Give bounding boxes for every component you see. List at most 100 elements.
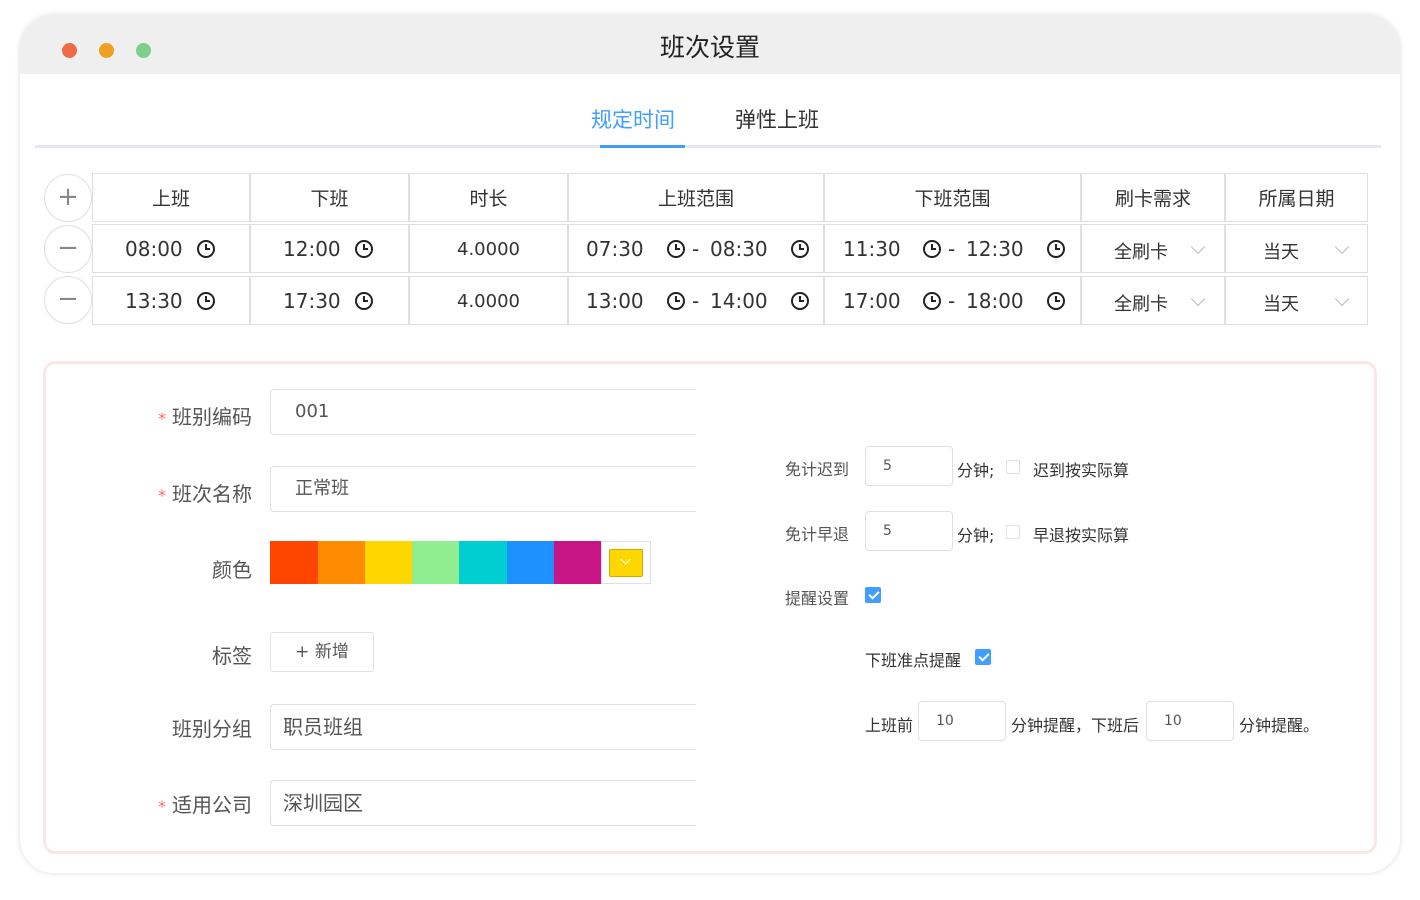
clock-icon	[197, 240, 215, 258]
remind-end-text: 分钟提醒。	[1239, 716, 1320, 735]
chevron-down-icon	[1334, 291, 1350, 307]
name-input[interactable]: 正常班	[270, 466, 696, 512]
group-label: 班别分组	[172, 717, 252, 741]
remind-settings-label: 提醒设置	[785, 589, 850, 608]
header-start-range: 上班范围	[568, 173, 824, 222]
clock-icon	[667, 240, 685, 258]
late-actual-checkbox[interactable]	[1006, 460, 1020, 474]
header-date: 所属日期	[1225, 173, 1368, 222]
clock-icon	[1047, 292, 1065, 310]
remove-row-button[interactable]: −	[44, 225, 92, 273]
date-value: 当天	[1263, 242, 1299, 263]
add-row-button[interactable]: +	[44, 174, 92, 222]
end-time-picker[interactable]: 17:30	[250, 276, 409, 325]
shift-form-panel	[43, 361, 1377, 854]
required-mark: *	[158, 486, 166, 505]
clock-icon	[355, 292, 373, 310]
offwork-remind-label: 下班准点提醒	[865, 651, 962, 670]
company-label: * 适用公司	[52, 789, 252, 818]
late-exempt-input[interactable]: 5	[865, 446, 953, 486]
header-label: 上班范围	[657, 188, 734, 210]
duration-cell: 4.0000	[409, 224, 568, 273]
color-picker[interactable]	[601, 541, 651, 584]
header-label: 时长	[469, 188, 508, 210]
date-value: 当天	[1263, 294, 1299, 315]
tag-label: 标签	[212, 644, 252, 668]
active-tab-indicator	[600, 145, 685, 148]
start-range-picker[interactable]: 13:00 - 14:00	[568, 276, 824, 325]
clock-icon	[355, 240, 373, 258]
code-label-text: 班别编码	[172, 405, 252, 429]
start-time-value: 08:00	[125, 237, 183, 261]
header-duration: 时长	[409, 173, 568, 222]
remind-mid-text: 分钟提醒，下班后	[1011, 716, 1140, 735]
start-range-to: 14:00	[710, 289, 768, 313]
header-label: 刷卡需求	[1114, 188, 1191, 210]
chevron-down-icon	[1190, 291, 1206, 307]
range-separator: -	[692, 237, 700, 261]
end-range-to: 18:00	[966, 289, 1024, 313]
range-separator: -	[948, 237, 956, 261]
chevron-down-icon	[1334, 239, 1350, 255]
date-select[interactable]: 当天	[1225, 276, 1368, 325]
start-time-value: 13:30	[125, 289, 183, 313]
tab-fixed-time[interactable]: 规定时间	[591, 104, 675, 134]
end-range-to: 12:30	[966, 237, 1024, 261]
header-label: 下班范围	[914, 188, 991, 210]
start-time-picker[interactable]: 08:00	[92, 224, 250, 273]
duration-cell: 4.0000	[409, 276, 568, 325]
start-range-picker[interactable]: 07:30 - 08:30	[568, 224, 824, 273]
color-swatch-turquoise[interactable]	[459, 541, 507, 584]
add-tag-button[interactable]: + 新增	[270, 632, 374, 672]
end-time-picker[interactable]: 12:00	[250, 224, 409, 273]
color-label: 颜色	[212, 558, 252, 582]
start-time-picker[interactable]: 13:30	[92, 276, 250, 325]
before-work-minutes-input[interactable]: 10	[918, 701, 1006, 741]
early-actual-checkbox[interactable]	[1006, 525, 1020, 539]
header-end: 下班	[250, 173, 409, 222]
selected-color-chevron-icon	[609, 549, 643, 577]
company-label-text: 适用公司	[172, 793, 252, 817]
card-requirement-value: 全刷卡	[1114, 242, 1168, 263]
group-input[interactable]: 职员班组	[270, 704, 696, 750]
required-mark: *	[158, 409, 166, 428]
color-swatch-violet[interactable]	[554, 541, 601, 584]
offwork-remind-checkbox[interactable]	[975, 649, 991, 665]
end-time-value: 12:00	[283, 237, 341, 261]
end-range-from: 11:30	[843, 237, 901, 261]
start-range-from: 13:00	[586, 289, 644, 313]
code-label: * 班别编码	[52, 401, 252, 430]
range-separator: -	[692, 289, 700, 313]
early-actual-label: 早退按实际算	[1033, 526, 1130, 545]
clock-icon	[667, 292, 685, 310]
name-label-text: 班次名称	[172, 482, 252, 506]
early-exempt-input[interactable]: 5	[865, 511, 953, 551]
card-requirement-select[interactable]: 全刷卡	[1081, 276, 1225, 325]
minute-unit: 分钟;	[957, 461, 995, 480]
card-requirement-value: 全刷卡	[1114, 294, 1168, 315]
before-work-label: 上班前	[865, 716, 914, 735]
header-end-range: 下班范围	[824, 173, 1081, 222]
remove-row-button[interactable]: −	[44, 276, 92, 324]
color-swatch-orangered[interactable]	[270, 541, 318, 584]
code-input[interactable]: 001	[270, 389, 696, 435]
range-separator: -	[948, 289, 956, 313]
card-requirement-select[interactable]: 全刷卡	[1081, 224, 1225, 273]
color-swatch-gold[interactable]	[365, 541, 413, 584]
tab-flexible-work[interactable]: 弹性上班	[735, 104, 819, 134]
end-range-picker[interactable]: 11:30 - 12:30	[824, 224, 1081, 273]
early-exempt-label: 免计早退	[785, 525, 850, 544]
duration-value: 4.0000	[457, 239, 520, 260]
title-bar: 班次设置	[20, 15, 1400, 74]
color-swatch-lightgreen[interactable]	[412, 541, 460, 584]
color-swatch-orange[interactable]	[318, 541, 366, 584]
after-work-minutes-input[interactable]: 10	[1146, 701, 1234, 741]
color-swatch-blue[interactable]	[507, 541, 555, 584]
date-select[interactable]: 当天	[1225, 224, 1368, 273]
end-range-picker[interactable]: 17:00 - 18:00	[824, 276, 1081, 325]
remind-settings-checkbox[interactable]	[865, 587, 881, 603]
late-exempt-label: 免计迟到	[785, 460, 850, 479]
company-input[interactable]: 深圳园区	[270, 780, 696, 826]
clock-icon	[923, 240, 941, 258]
header-label: 所属日期	[1258, 188, 1335, 210]
